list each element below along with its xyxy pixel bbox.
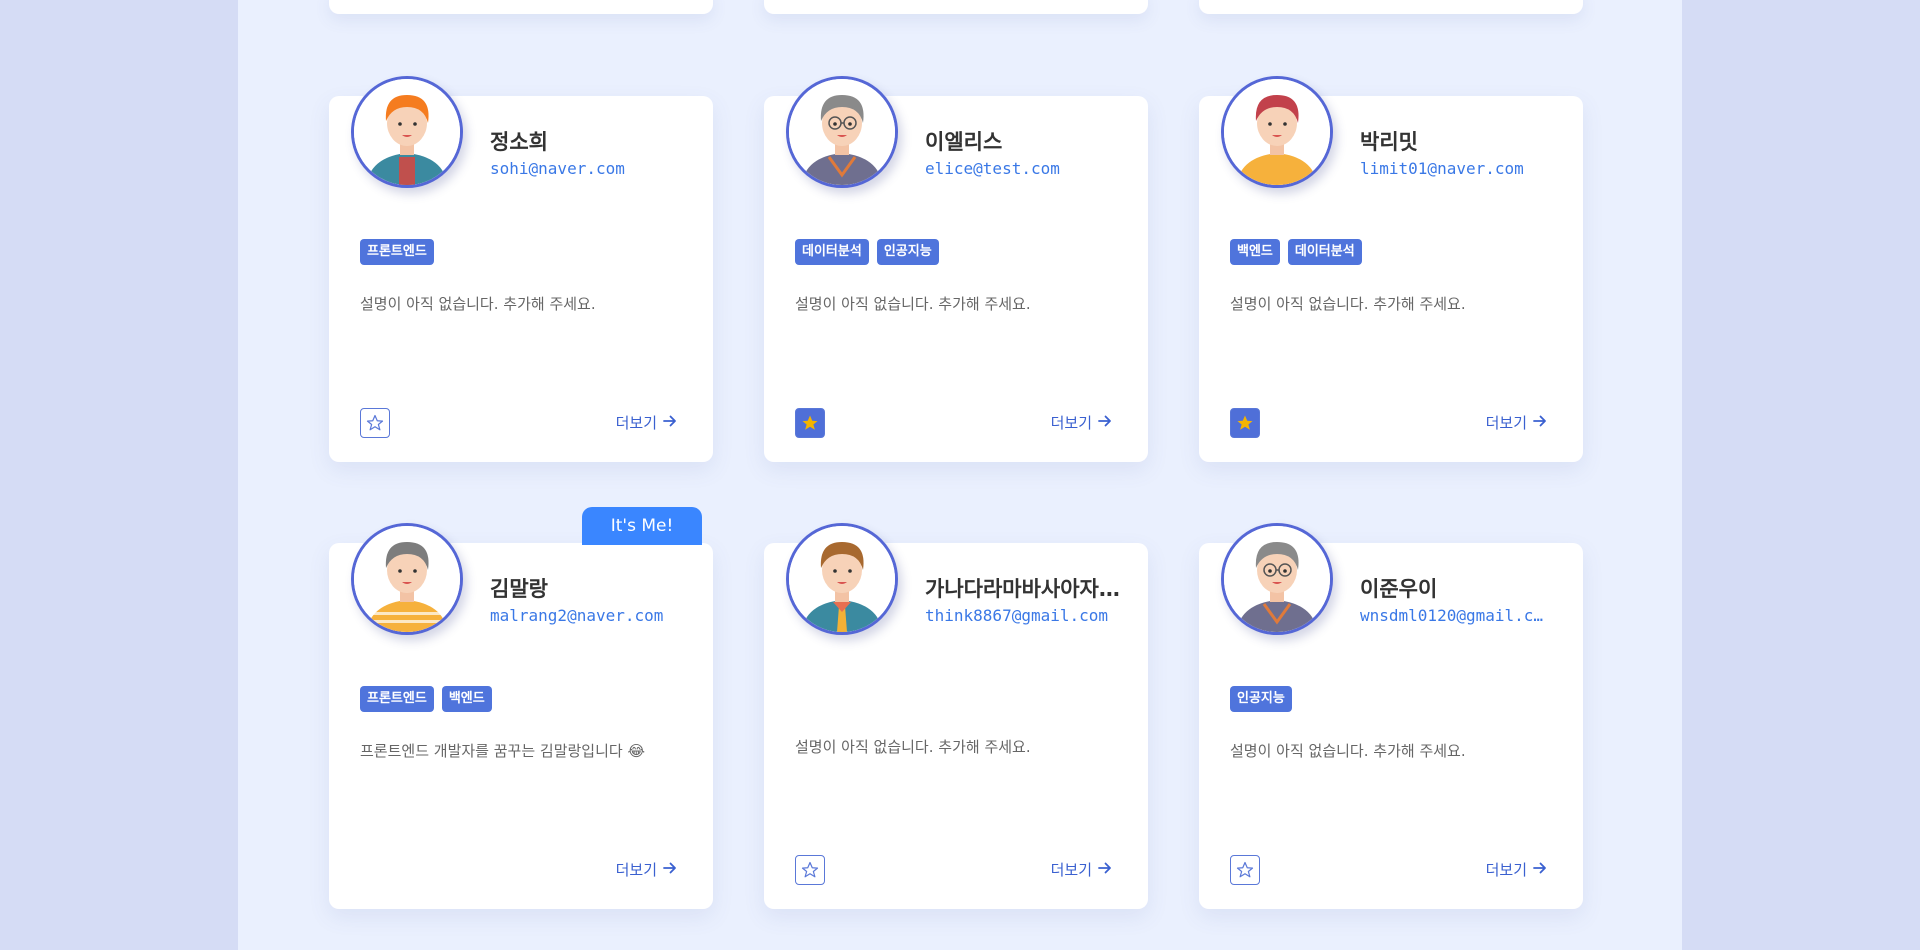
user-description: 설명이 아직 없습니다. 추가해 주세요. — [1230, 295, 1466, 313]
user-description: 설명이 아직 없습니다. 추가해 주세요. — [360, 295, 596, 313]
tag-list: 프론트엔드 — [360, 239, 434, 265]
arrow-right-icon — [1533, 861, 1547, 879]
favorite-star-button[interactable] — [1230, 855, 1260, 885]
tag-list: 데이터분석 인공지능 — [795, 239, 939, 265]
arrow-right-icon — [663, 861, 677, 879]
user-email: limit01@naver.com — [1360, 159, 1524, 178]
profile-card-partial — [329, 0, 713, 14]
more-link[interactable]: 더보기 — [616, 859, 677, 880]
profile-card: 가나다라마바사아자… think8867@gmail.com 설명이 아직 없습니다… — [764, 523, 1148, 909]
profile-card: 정소희 sohi@naver.com 프론트엔드설명이 아직 없습니다. 추가해 주… — [329, 76, 713, 462]
profile-card: It's Me! 김말랑 malrang2@naver.com 프론트엔드 백엔드 프론트… — [329, 507, 713, 909]
profile-card-partial — [1199, 0, 1583, 14]
user-email: elice@test.com — [925, 159, 1060, 178]
user-name: 정소희 — [490, 130, 548, 154]
skill-tag: 백엔드 — [1230, 239, 1280, 265]
skill-tag: 데이터분석 — [795, 239, 869, 265]
profile-card: 이준우이 wnsdml0120@gmail.c… 인공지능설명이 아직 없습니다. … — [1199, 523, 1583, 909]
star-icon — [366, 414, 384, 432]
user-name: 이준우이 — [1360, 577, 1438, 601]
brown-hair-tie-man-avatar — [786, 523, 898, 635]
orange-hair-woman-avatar — [351, 76, 463, 188]
arrow-right-icon — [1098, 861, 1112, 879]
tag-list: 백엔드 데이터분석 — [1230, 239, 1362, 265]
user-description: 설명이 아직 없습니다. 추가해 주세요. — [1230, 742, 1466, 760]
user-email: sohi@naver.com — [490, 159, 625, 178]
user-name: 김말랑 — [490, 577, 548, 601]
gray-hair-glasses-man-avatar — [1221, 523, 1333, 635]
more-link[interactable]: 더보기 — [1486, 412, 1547, 433]
tag-list: 프론트엔드 백엔드 — [360, 686, 492, 712]
gray-hair-glasses-man-avatar — [786, 76, 898, 188]
user-description: 설명이 아직 없습니다. 추가해 주세요. — [795, 295, 1031, 313]
more-label: 더보기 — [615, 861, 657, 879]
star-icon — [801, 414, 819, 432]
star-icon — [1236, 861, 1254, 879]
favorite-star-button[interactable] — [1230, 408, 1260, 438]
star-icon — [801, 861, 819, 879]
user-description: 설명이 아직 없습니다. 추가해 주세요. — [795, 738, 1031, 756]
star-icon — [1236, 414, 1254, 432]
its-me-badge: It's Me! — [582, 507, 702, 545]
more-label: 더보기 — [1050, 861, 1092, 879]
skill-tag: 프론트엔드 — [360, 686, 434, 712]
more-label: 더보기 — [1485, 861, 1527, 879]
more-link[interactable]: 더보기 — [616, 412, 677, 433]
more-label: 더보기 — [1050, 414, 1092, 432]
skill-tag: 인공지능 — [876, 239, 939, 265]
user-description: 프론트엔드 개발자를 꿈꾸는 김말랑입니다 😂 — [360, 742, 646, 760]
gray-hair-striped-shirt-woman-avatar — [351, 523, 463, 635]
user-name: 박리밋 — [1360, 130, 1418, 154]
more-link[interactable]: 더보기 — [1486, 859, 1547, 880]
skill-tag: 인공지능 — [1230, 686, 1292, 712]
user-email: wnsdml0120@gmail.c… — [1360, 606, 1544, 625]
skill-tag: 백엔드 — [441, 686, 492, 712]
favorite-star-button[interactable] — [360, 408, 390, 438]
skill-tag: 프론트엔드 — [360, 239, 434, 265]
user-email: malrang2@naver.com — [490, 606, 664, 625]
red-hair-yellow-shirt-avatar — [1221, 76, 1333, 188]
user-name: 가나다라마바사아자… — [925, 577, 1120, 601]
more-link[interactable]: 더보기 — [1051, 859, 1112, 880]
profile-card: 이엘리스 elice@test.com 데이터분석 인공지능설명이 아직 없습니다. … — [764, 76, 1148, 462]
arrow-right-icon — [1533, 414, 1547, 432]
profile-card: 박리밋 limit01@naver.com 백엔드 데이터분석설명이 아직 없습니다.… — [1199, 76, 1583, 462]
profile-card-partial — [764, 0, 1148, 14]
arrow-right-icon — [1098, 414, 1112, 432]
more-link[interactable]: 더보기 — [1051, 412, 1112, 433]
favorite-star-button[interactable] — [795, 855, 825, 885]
user-name: 이엘리스 — [925, 130, 1003, 154]
arrow-right-icon — [663, 414, 677, 432]
more-label: 더보기 — [615, 414, 657, 432]
tag-list: 인공지능 — [1230, 686, 1292, 712]
more-label: 더보기 — [1485, 414, 1527, 432]
favorite-star-button[interactable] — [795, 408, 825, 438]
user-email: think8867@gmail.com — [925, 606, 1109, 625]
skill-tag: 데이터분석 — [1287, 239, 1362, 265]
